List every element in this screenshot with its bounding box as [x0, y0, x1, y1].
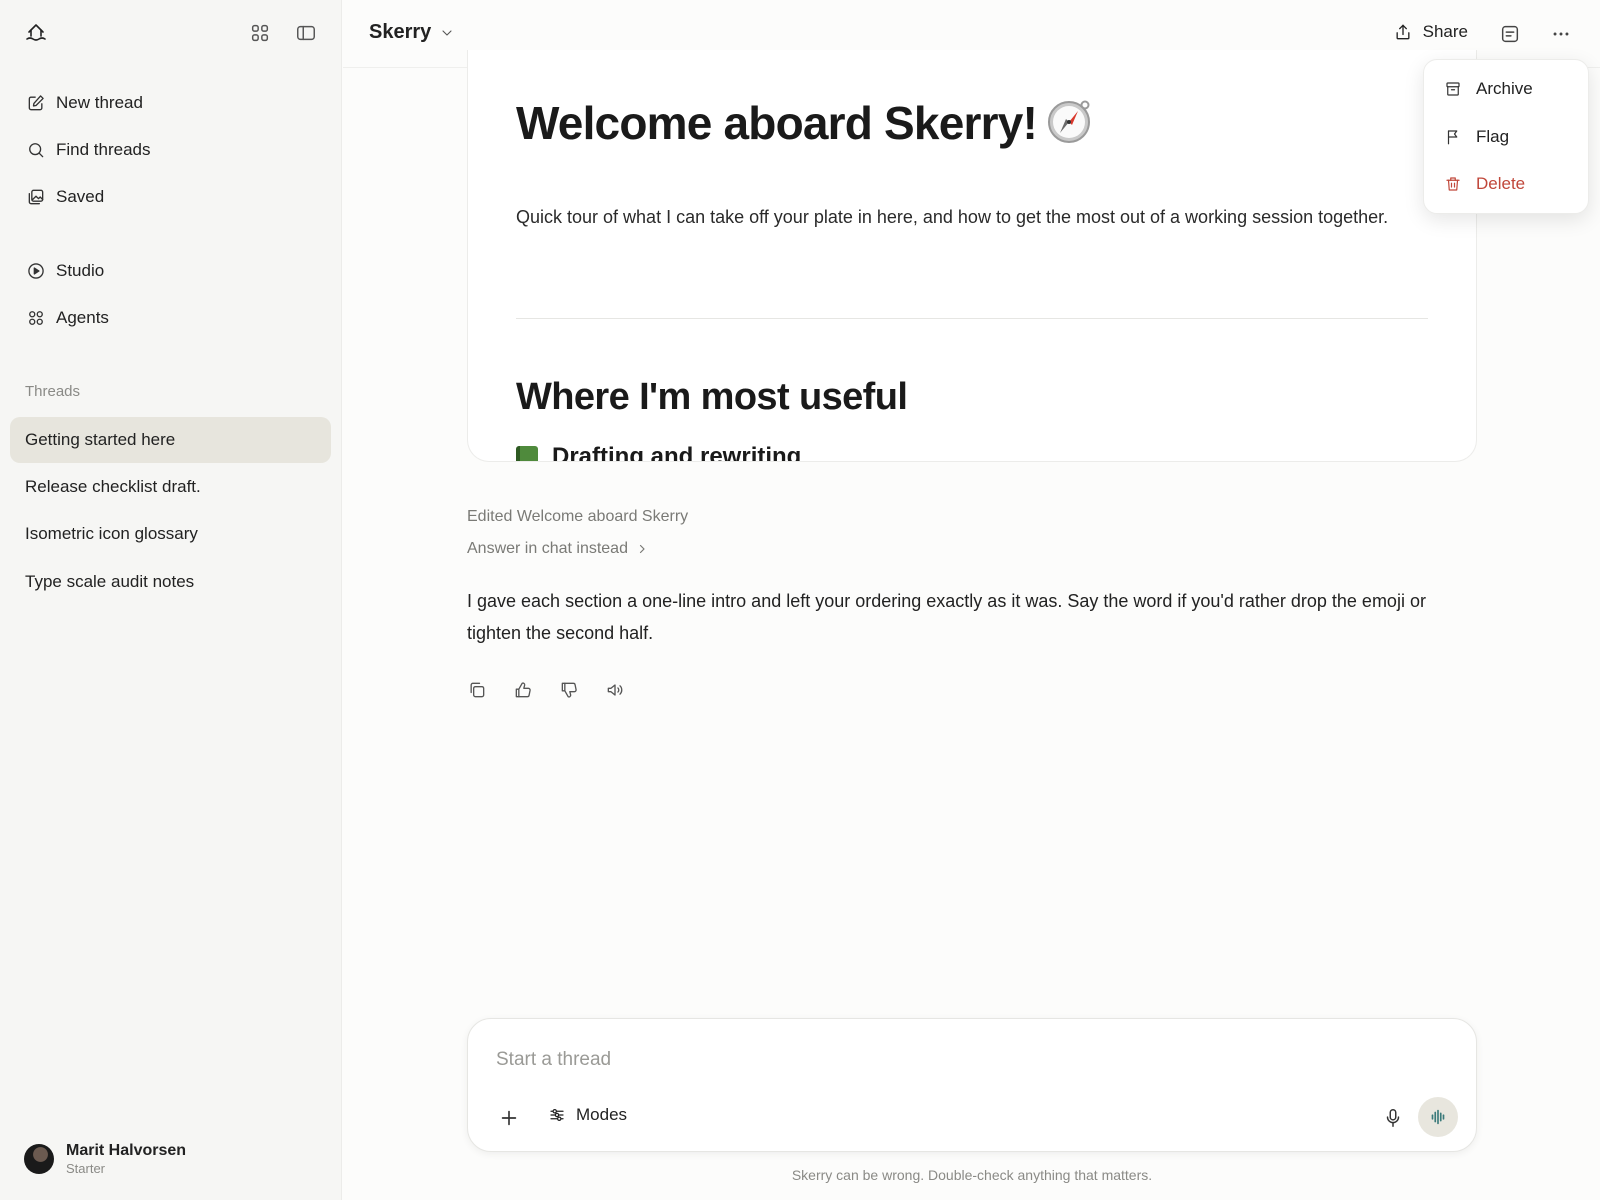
microphone-icon[interactable] — [1382, 1107, 1404, 1129]
thumbs-down-icon[interactable] — [559, 680, 579, 700]
document-card[interactable]: Welcome aboard Skerry! Quick tour of wha… — [467, 50, 1477, 462]
waveform-icon — [1427, 1106, 1449, 1128]
flag-icon — [1444, 128, 1462, 146]
divider — [516, 318, 1428, 319]
sidebar-toggle-icon[interactable] — [295, 22, 317, 44]
thread-options-menu: Archive Flag Delete — [1423, 59, 1589, 214]
answer-in-chat-label: Answer in chat instead — [467, 540, 628, 557]
chevron-right-icon — [636, 543, 648, 555]
avatar — [24, 1144, 54, 1174]
section-heading: Where I'm most useful — [516, 376, 908, 418]
menu-flag[interactable]: Flag — [1432, 117, 1582, 157]
nav-find-threads[interactable]: Find threads — [16, 130, 326, 170]
share-button[interactable]: Share — [1393, 22, 1468, 42]
apps-grid-icon[interactable] — [249, 22, 271, 44]
menu-label: Flag — [1476, 127, 1510, 146]
thread-item[interactable]: Type scale audit notes — [10, 559, 331, 605]
disclaimer: Skerry can be wrong. Double-check anythi… — [791, 1167, 1153, 1183]
menu-label: Archive — [1476, 79, 1533, 98]
document-title: Welcome aboard Skerry! — [516, 96, 1093, 150]
nav-saved[interactable]: Saved — [16, 177, 326, 217]
copy-icon[interactable] — [467, 680, 487, 700]
plus-icon[interactable] — [498, 1107, 520, 1129]
thread-label: Type scale audit notes — [25, 572, 195, 591]
document-title-text: Welcome aboard Skerry! — [516, 97, 1038, 149]
menu-label: Delete — [1476, 174, 1526, 193]
thread-title-dropdown[interactable]: Skerry — [369, 21, 455, 44]
modes-button[interactable]: Modes — [548, 1105, 627, 1125]
user-profile[interactable]: Marit Halvorsen Starter — [24, 1142, 186, 1176]
thumbs-up-icon[interactable] — [513, 680, 533, 700]
speaker-icon[interactable] — [605, 680, 625, 700]
thread-label: Getting started here — [25, 430, 176, 449]
composer: Modes — [467, 1018, 1477, 1152]
thread-title: Skerry — [369, 21, 432, 43]
grid-icon — [26, 308, 46, 328]
thread-item[interactable]: Release checklist draft. — [10, 464, 331, 510]
menu-archive[interactable]: Archive — [1432, 69, 1582, 109]
thread-item[interactable]: Isometric icon glossary — [10, 511, 331, 557]
subsection-heading: Drafting and rewriting — [516, 443, 802, 462]
user-name: Marit Halvorsen — [66, 1142, 187, 1159]
compass-icon — [1045, 97, 1093, 145]
more-options-icon[interactable] — [1550, 23, 1572, 45]
nav-label: Agents — [56, 308, 109, 327]
nav-label: Find threads — [56, 140, 151, 159]
sidebar-top — [24, 20, 317, 48]
assistant-message: I gave each section a one-line intro and… — [467, 591, 1426, 643]
nav-label: Studio — [56, 261, 105, 280]
nav-agents[interactable]: Agents — [16, 298, 326, 338]
images-icon — [26, 187, 46, 207]
edit-icon — [26, 93, 46, 113]
threads-heading: Threads — [25, 383, 81, 400]
nav-label: Saved — [56, 187, 105, 206]
play-circle-icon — [26, 261, 46, 281]
share-label: Share — [1422, 22, 1468, 41]
sliders-icon — [548, 1106, 566, 1124]
modes-label: Modes — [576, 1105, 628, 1124]
share-icon — [1393, 22, 1413, 42]
nav-new-thread[interactable]: New thread — [16, 83, 326, 123]
subsection-heading-text: Drafting and rewriting — [552, 443, 802, 462]
thread-label: Isometric icon glossary — [25, 524, 198, 543]
edit-notice: Edited Welcome aboard Skerry — [467, 508, 689, 525]
search-icon — [26, 140, 46, 160]
green-book-icon — [516, 446, 538, 461]
archive-icon — [1444, 80, 1462, 98]
logo-icon[interactable] — [24, 20, 48, 44]
document-intro: Quick tour of what I can take off your p… — [516, 207, 1389, 227]
notes-icon[interactable] — [1499, 23, 1521, 45]
nav-studio[interactable]: Studio — [16, 251, 326, 291]
answer-in-chat-link[interactable]: Answer in chat instead — [467, 540, 648, 558]
thread-item[interactable]: Getting started here — [10, 417, 331, 463]
sidebar: New thread Find threads Saved Studio Age… — [0, 0, 342, 1200]
chevron-down-icon — [439, 25, 455, 41]
message-actions — [467, 680, 625, 700]
nav-label: New thread — [56, 93, 143, 112]
menu-delete[interactable]: Delete — [1432, 164, 1582, 204]
voice-mode-button[interactable] — [1418, 1097, 1458, 1137]
trash-icon — [1444, 175, 1462, 193]
thread-input[interactable] — [496, 1045, 1396, 1075]
thread-label: Release checklist draft. — [25, 477, 201, 496]
user-plan: Starter — [66, 1161, 106, 1176]
